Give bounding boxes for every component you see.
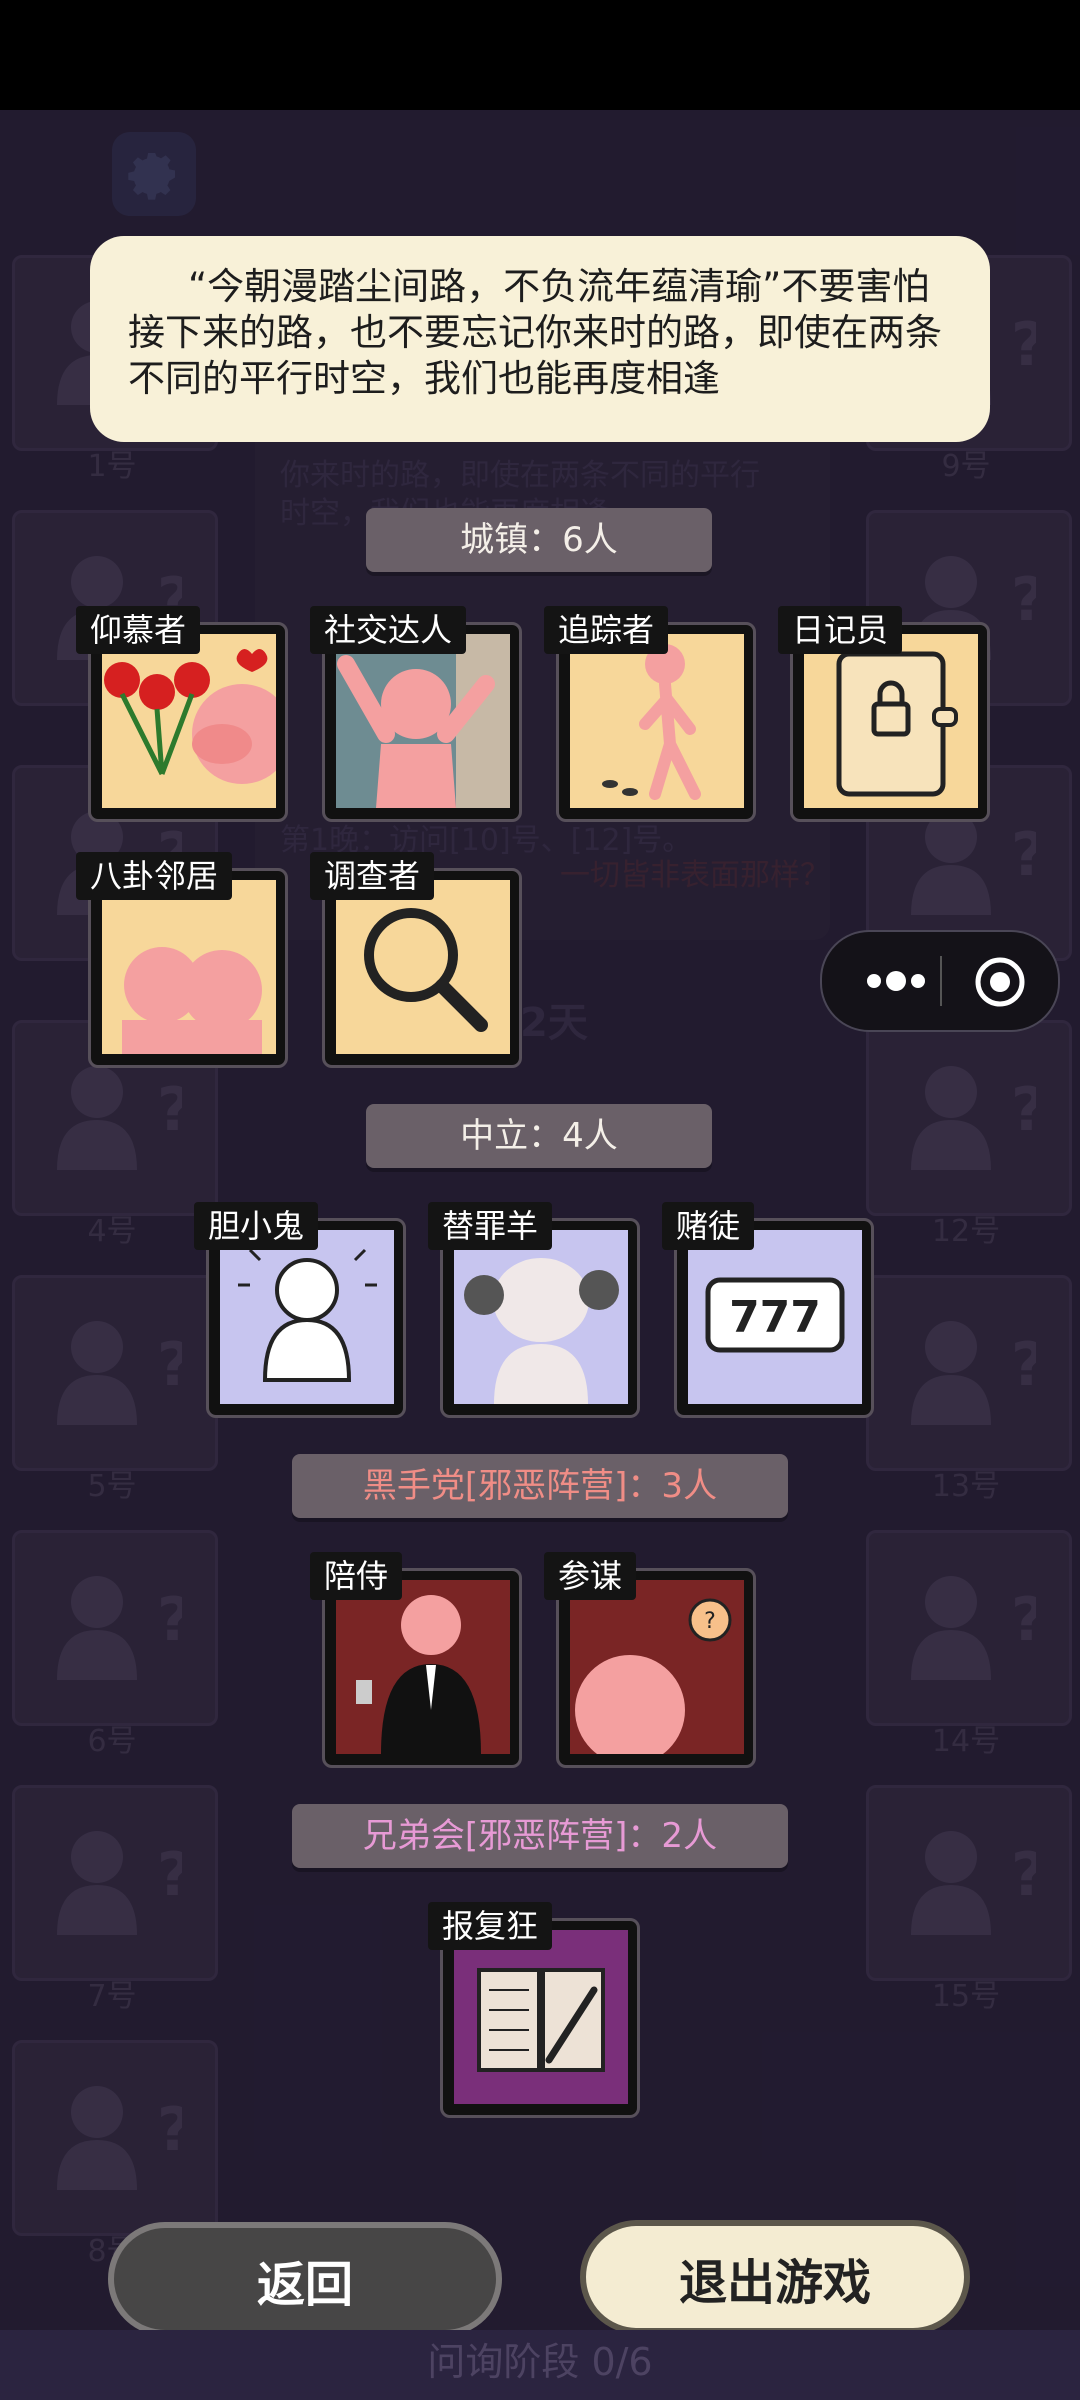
- quote-bubble: “今朝漫踏尘间路，不负流年蕴清瑜”不要害怕接下来的路，也不要忘记你来时的路，即使…: [90, 236, 990, 442]
- role-label: 胆小鬼: [194, 1202, 319, 1250]
- role-label: 调查者: [310, 852, 435, 900]
- role-label: 赌徒: [662, 1202, 755, 1250]
- role-card-escort[interactable]: 陪侍: [310, 1552, 522, 1768]
- phase-indicator: 问询阶段 0/6: [0, 2330, 1080, 2400]
- role-label: 陪侍: [310, 1552, 403, 1600]
- coward-art: [220, 1230, 394, 1404]
- role-card-tracker[interactable]: 追踪者: [544, 606, 756, 822]
- gossip-art: [102, 880, 276, 1054]
- role-card-coward[interactable]: 胆小鬼: [194, 1202, 406, 1418]
- scapegoat-art: [454, 1230, 628, 1404]
- more-options-icon[interactable]: [852, 956, 952, 1006]
- role-card-investigator[interactable]: 调查者: [310, 852, 522, 1068]
- role-label: 参谋: [544, 1552, 637, 1600]
- magnifier-icon: [336, 880, 510, 1054]
- status-bar: [0, 0, 1080, 110]
- exit-game-button[interactable]: 退出游戏: [580, 2220, 970, 2334]
- blackhand-header: 黑手党[邪恶阵营]：3人: [292, 1454, 788, 1518]
- role-card-diarist[interactable]: 日记员: [778, 606, 990, 822]
- role-card-advisor[interactable]: ? 参谋: [544, 1552, 756, 1768]
- role-card-socialite[interactable]: 社交达人: [310, 606, 522, 822]
- diarist-art: [804, 634, 978, 808]
- role-label: 八卦邻居: [76, 852, 233, 900]
- role-label: 替罪羊: [428, 1202, 553, 1250]
- gambler-777: 777: [729, 1292, 821, 1343]
- role-card-avenger[interactable]: 报复狂: [428, 1902, 640, 2118]
- role-label: 报复狂: [428, 1902, 553, 1950]
- back-button[interactable]: 返回: [108, 2222, 502, 2336]
- role-label: 仰慕者: [76, 606, 201, 654]
- book-knife-icon: [454, 1930, 628, 2104]
- role-label: 日记员: [778, 606, 903, 654]
- role-label: 追踪者: [544, 606, 669, 654]
- close-target-icon[interactable]: [974, 956, 1026, 1008]
- role-card-gossip-neighbor[interactable]: 八卦邻居: [76, 852, 288, 1068]
- socialite-art: [336, 634, 510, 808]
- quote-text: “今朝漫踏尘间路，不负流年蕴清瑜”不要害怕接下来的路，也不要忘记你来时的路，即使…: [128, 265, 942, 400]
- svg-text:?: ?: [704, 1609, 716, 1634]
- brotherhood-header: 兄弟会[邪恶阵营]：2人: [292, 1804, 788, 1868]
- role-card-scapegoat[interactable]: 替罪羊: [428, 1202, 640, 1418]
- tracker-art: [570, 634, 744, 808]
- role-label: 社交达人: [310, 606, 467, 654]
- escort-art: [336, 1580, 510, 1754]
- role-card-admirer[interactable]: 仰慕者: [76, 606, 288, 822]
- miniprogram-capsule: [820, 930, 1060, 1032]
- advisor-art: ?: [570, 1580, 744, 1754]
- town-header: 城镇：6人: [366, 508, 712, 572]
- role-card-gambler[interactable]: 777 赌徒: [662, 1202, 874, 1418]
- neutral-header: 中立：4人: [366, 1104, 712, 1168]
- admirer-art: [102, 634, 276, 808]
- slot-machine-icon: 777: [688, 1230, 862, 1404]
